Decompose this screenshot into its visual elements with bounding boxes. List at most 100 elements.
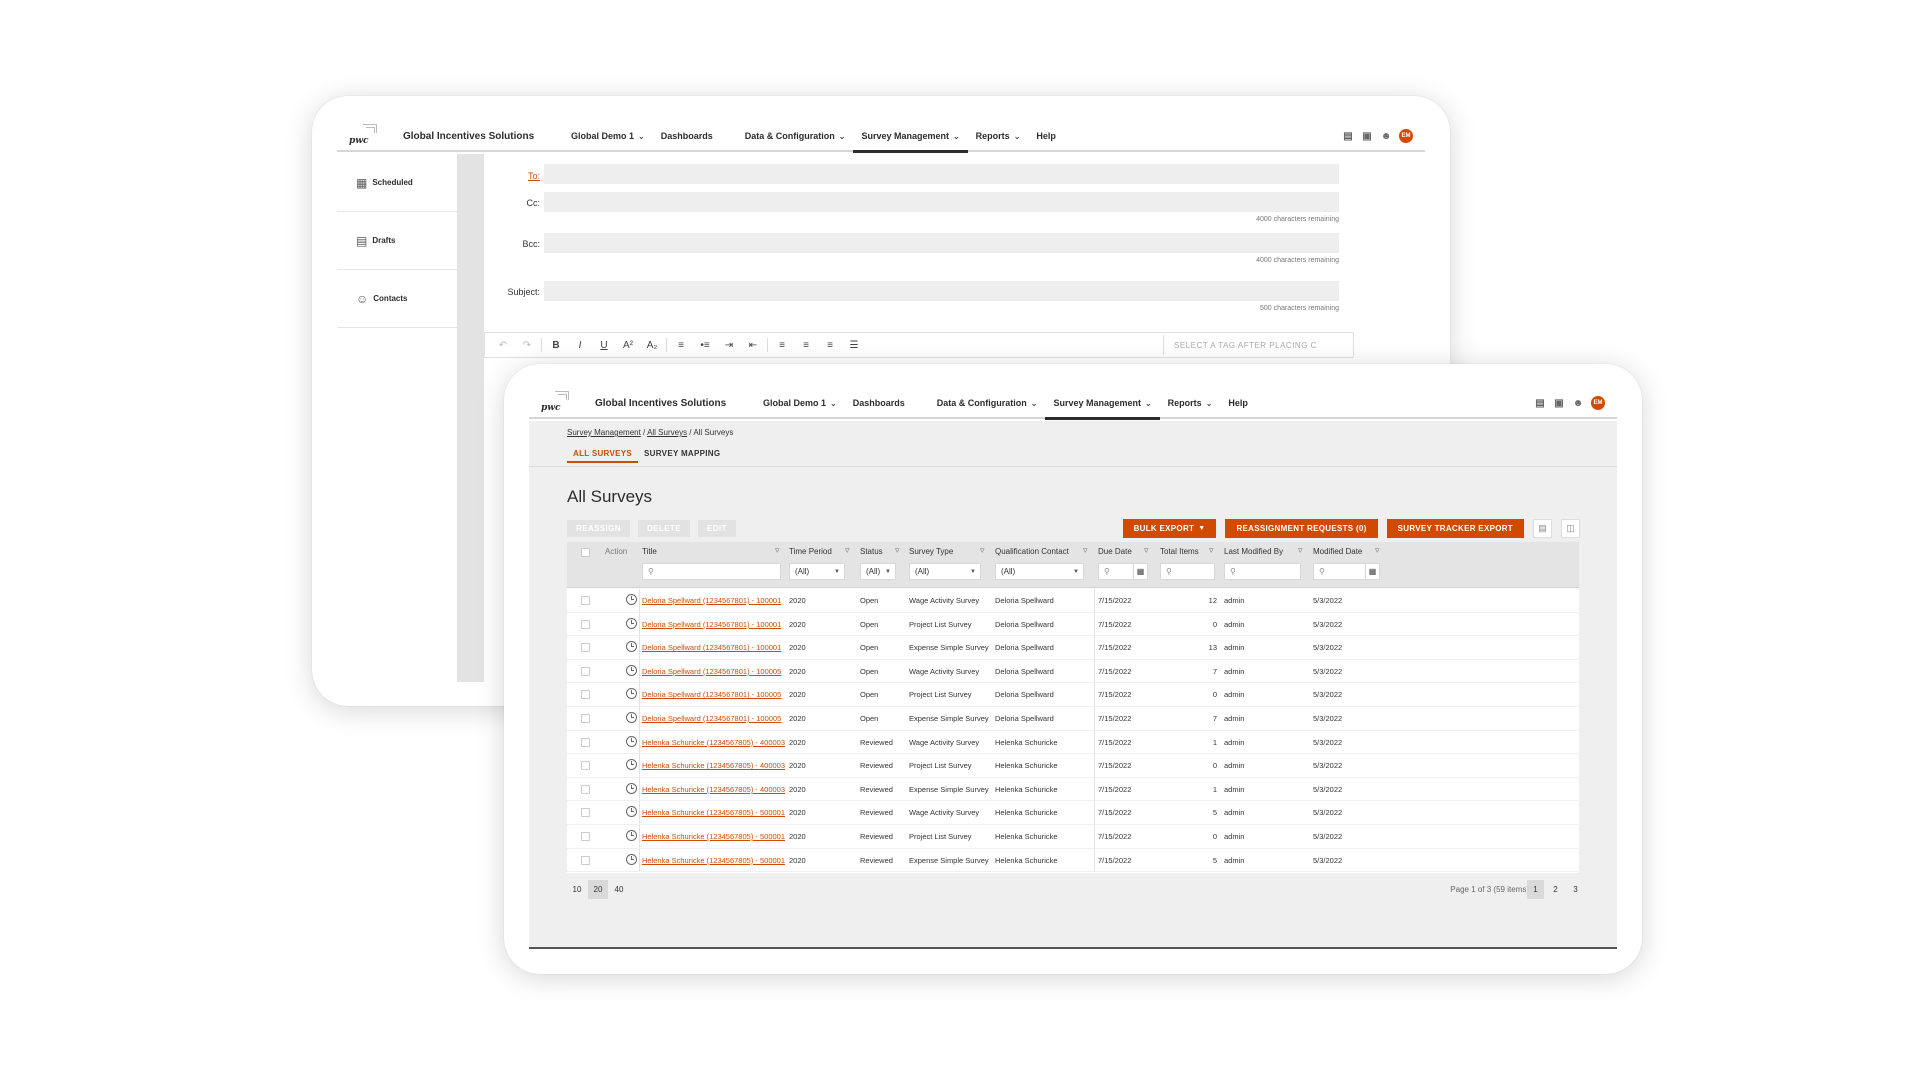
- to-label[interactable]: To:: [528, 171, 540, 181]
- sidebar-item-contacts[interactable]: ☺ Contacts: [337, 270, 457, 328]
- cell-title[interactable]: Helenka Schuricke (1234567805) - 500001: [642, 856, 785, 865]
- nav-reports[interactable]: Reports ⌄: [1160, 389, 1221, 418]
- delete-button[interactable]: DELETE: [638, 520, 690, 537]
- col-total-items[interactable]: Total Items: [1160, 547, 1199, 556]
- col-last-modified-by[interactable]: Last Modified By: [1224, 547, 1283, 556]
- history-clock-icon[interactable]: [626, 830, 637, 841]
- history-clock-icon[interactable]: [626, 617, 637, 629]
- col-status[interactable]: Status: [860, 547, 883, 556]
- cell-title[interactable]: Deloria Spellward (1234567801) - 100005: [642, 690, 781, 699]
- justify-icon[interactable]: ☰: [842, 340, 866, 351]
- underline-icon[interactable]: U: [592, 340, 616, 351]
- nav-data-configuration[interactable]: Data & Configuration ⌄: [929, 389, 1046, 418]
- nav-global-demo[interactable]: Global Demo 1 ⌄: [563, 122, 653, 151]
- page-1-button[interactable]: 1: [1527, 880, 1544, 899]
- cell-title[interactable]: Deloria Spellward (1234567801) - 100001: [642, 643, 781, 652]
- nav-help[interactable]: Help: [1220, 389, 1256, 418]
- col-qualification-contact[interactable]: Qualification Contact: [995, 547, 1069, 556]
- filter-icon[interactable]: ▿: [1209, 545, 1214, 556]
- cell-title[interactable]: Helenka Schuricke (1234567805) - 500001: [642, 832, 785, 841]
- col-modified-date[interactable]: Modified Date: [1313, 547, 1362, 556]
- filter-icon[interactable]: ▿: [1298, 545, 1303, 556]
- survey-tracker-export-button[interactable]: SURVEY TRACKER EXPORT: [1386, 519, 1524, 538]
- reassign-button[interactable]: REASSIGN: [567, 520, 630, 537]
- calendar-icon[interactable]: ▦: [1133, 563, 1148, 580]
- row-checkbox[interactable]: [581, 596, 590, 605]
- subscript-icon[interactable]: A₂: [640, 340, 664, 351]
- history-clock-icon[interactable]: [626, 806, 637, 818]
- document-icon[interactable]: ▤: [1534, 397, 1546, 409]
- title-filter-input[interactable]: ⚲: [642, 563, 781, 580]
- row-checkbox[interactable]: [581, 690, 590, 700]
- history-clock-icon[interactable]: [626, 641, 637, 653]
- align-right-icon[interactable]: ≡: [818, 340, 842, 351]
- cell-title[interactable]: Helenka Schuricke (1234567805) - 400003: [642, 738, 785, 747]
- tag-select[interactable]: SELECT A TAG AFTER PLACING C: [1163, 335, 1349, 355]
- nav-survey-management[interactable]: Survey Management ⌄: [853, 122, 968, 153]
- nav-data-configuration[interactable]: Data & Configuration ⌄: [737, 122, 854, 151]
- calendar-icon[interactable]: ▦: [1365, 563, 1380, 580]
- page-size-10[interactable]: 10: [567, 880, 587, 899]
- history-clock-icon[interactable]: [626, 688, 637, 700]
- cell-title[interactable]: Deloria Spellward (1234567801) - 100001: [642, 620, 781, 629]
- lock-icon[interactable]: ▣: [1553, 397, 1565, 409]
- export-document-icon[interactable]: ▤: [1533, 519, 1552, 538]
- history-clock-icon[interactable]: [626, 712, 637, 723]
- nav-dashboards[interactable]: Dashboards: [845, 389, 913, 418]
- cell-title[interactable]: Deloria Spellward (1234567801) - 100005: [642, 667, 781, 676]
- breadcrumb-survey-management[interactable]: Survey Management: [567, 428, 641, 437]
- row-checkbox[interactable]: [581, 784, 590, 794]
- total-items-filter-input[interactable]: ⚲: [1160, 563, 1215, 580]
- row-checkbox[interactable]: [581, 643, 590, 653]
- cell-title[interactable]: Deloria Spellward (1234567801) - 100005: [642, 714, 781, 723]
- history-clock-icon[interactable]: [626, 759, 637, 771]
- page-size-20[interactable]: 20: [588, 880, 608, 899]
- italic-icon[interactable]: I: [568, 340, 592, 351]
- undo-icon[interactable]: ↶: [491, 340, 515, 351]
- avatar[interactable]: EM: [1591, 396, 1605, 410]
- nav-global-demo[interactable]: Global Demo 1 ⌄: [755, 389, 845, 418]
- row-checkbox[interactable]: [581, 737, 590, 747]
- cell-title[interactable]: Helenka Schuricke (1234567805) - 400003: [642, 761, 785, 770]
- filter-icon[interactable]: ▿: [895, 545, 900, 556]
- cc-field[interactable]: [544, 192, 1339, 212]
- ordered-list-icon[interactable]: ≡: [669, 340, 693, 351]
- indent-icon[interactable]: ⇥: [717, 340, 741, 351]
- breadcrumb-all-surveys[interactable]: All Surveys: [647, 428, 687, 437]
- qualification-contact-filter-select[interactable]: (All) ▼: [995, 563, 1084, 580]
- document-icon[interactable]: ▤: [1342, 130, 1354, 142]
- history-clock-icon[interactable]: [626, 782, 637, 794]
- tab-all-surveys[interactable]: ALL SURVEYS: [567, 449, 639, 463]
- to-field[interactable]: [544, 164, 1339, 184]
- filter-icon[interactable]: ▿: [1375, 545, 1380, 556]
- history-clock-icon[interactable]: [626, 594, 637, 605]
- subject-field[interactable]: [544, 281, 1339, 301]
- bulk-export-button[interactable]: BULK EXPORT ▼: [1122, 519, 1217, 538]
- sidebar-item-scheduled[interactable]: ▦ Scheduled: [337, 154, 457, 212]
- col-title[interactable]: Title: [642, 547, 657, 556]
- superscript-icon[interactable]: A²: [616, 340, 640, 351]
- row-checkbox[interactable]: [581, 619, 590, 629]
- row-checkbox[interactable]: [581, 832, 590, 841]
- nav-help[interactable]: Help: [1028, 122, 1064, 151]
- col-survey-type[interactable]: Survey Type: [909, 547, 953, 556]
- filter-icon[interactable]: ▿: [845, 545, 850, 556]
- cell-title[interactable]: Deloria Spellward (1234567801) - 100001: [642, 596, 781, 605]
- row-checkbox[interactable]: [581, 714, 590, 723]
- row-checkbox[interactable]: [581, 666, 590, 676]
- nav-dashboards[interactable]: Dashboards: [653, 122, 721, 151]
- col-due-date[interactable]: Due Date: [1098, 547, 1132, 556]
- filter-icon[interactable]: ▿: [1144, 545, 1149, 556]
- filter-icon[interactable]: ▿: [980, 545, 985, 556]
- users-icon[interactable]: ☻: [1380, 130, 1392, 142]
- time-period-filter-select[interactable]: (All) ▼: [789, 563, 845, 580]
- row-checkbox[interactable]: [581, 855, 590, 865]
- nav-survey-management[interactable]: Survey Management ⌄: [1045, 389, 1160, 420]
- row-checkbox[interactable]: [581, 808, 590, 818]
- bullet-list-icon[interactable]: •≡: [693, 340, 717, 351]
- bcc-field[interactable]: [544, 233, 1339, 253]
- bold-icon[interactable]: B: [544, 340, 568, 351]
- sidebar-item-drafts[interactable]: ▤ Drafts: [337, 212, 457, 270]
- row-checkbox[interactable]: [581, 761, 590, 771]
- cell-title[interactable]: Helenka Schuricke (1234567805) - 400003: [642, 785, 785, 794]
